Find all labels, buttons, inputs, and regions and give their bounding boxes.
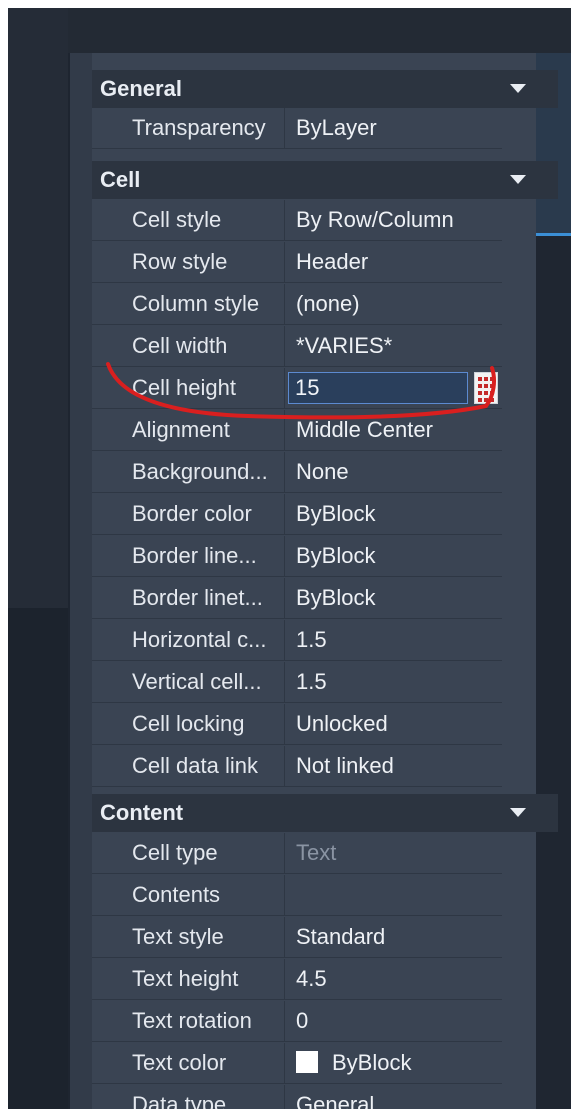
- property-row-contents[interactable]: Contents: [92, 875, 502, 916]
- property-value[interactable]: ByBlock: [286, 578, 502, 618]
- property-row-text-color[interactable]: Text color ByBlock: [92, 1043, 502, 1084]
- property-name: Horizontal c...: [92, 620, 285, 660]
- property-row-transparency[interactable]: Transparency ByLayer: [92, 108, 502, 149]
- property-row-cell-width[interactable]: Cell width *VARIES*: [92, 326, 502, 367]
- property-row-border-linetype[interactable]: Border linet... ByBlock: [92, 578, 502, 619]
- property-value[interactable]: ByLayer: [286, 108, 502, 148]
- property-row-cell-type[interactable]: Cell type Text: [92, 833, 502, 874]
- property-name: Column style: [92, 284, 285, 324]
- color-swatch: [296, 1051, 318, 1074]
- section-title: General: [100, 76, 182, 101]
- property-name: Text rotation: [92, 1001, 285, 1041]
- chevron-down-icon[interactable]: [510, 808, 526, 817]
- property-name: Border line...: [92, 536, 285, 576]
- property-value[interactable]: 1.5: [286, 620, 502, 660]
- background-right-accent: [536, 233, 571, 236]
- property-value[interactable]: Middle Center: [286, 410, 502, 450]
- property-row-data-type[interactable]: Data type General: [92, 1085, 502, 1109]
- screenshot-stage: General Transparency ByLayer Cell Cell s…: [8, 8, 571, 1109]
- property-value[interactable]: Unlocked: [286, 704, 502, 744]
- property-name: Text height: [92, 959, 285, 999]
- palette-gutter: [70, 53, 92, 1109]
- property-row-border-lineweight[interactable]: Border line... ByBlock: [92, 536, 502, 577]
- property-row-text-height[interactable]: Text height 4.5: [92, 959, 502, 1000]
- property-row-cell-locking[interactable]: Cell locking Unlocked: [92, 704, 502, 745]
- property-value: Text: [296, 840, 337, 865]
- property-value[interactable]: Not linked: [286, 746, 502, 786]
- property-name: Cell data link: [92, 746, 285, 786]
- property-value[interactable]: 4.5: [286, 959, 502, 999]
- property-row-column-style[interactable]: Column style (none): [92, 284, 502, 325]
- property-name: Vertical cell...: [92, 662, 285, 702]
- property-value[interactable]: None: [286, 452, 502, 492]
- property-name: Cell type: [92, 833, 285, 873]
- property-name: Cell style: [92, 200, 285, 240]
- property-row-text-style[interactable]: Text style Standard: [92, 917, 502, 958]
- property-name: Background...: [92, 452, 285, 492]
- color-name: ByBlock: [332, 1050, 412, 1075]
- property-value[interactable]: By Row/Column: [286, 200, 502, 240]
- background-left-lower: [8, 608, 68, 1109]
- property-value[interactable]: Header: [286, 242, 502, 282]
- property-row-row-style[interactable]: Row style Header: [92, 242, 502, 283]
- chevron-down-icon[interactable]: [510, 175, 526, 184]
- property-value[interactable]: ByBlock: [286, 1043, 502, 1083]
- section-cell-header[interactable]: Cell: [92, 161, 558, 199]
- property-value[interactable]: ByBlock: [286, 494, 502, 534]
- property-name: Data type: [92, 1085, 285, 1109]
- property-row-horizontal-cell-margin[interactable]: Horizontal c... 1.5: [92, 620, 502, 661]
- property-name: Cell height: [92, 368, 285, 408]
- property-value[interactable]: ByBlock: [286, 536, 502, 576]
- property-row-text-rotation[interactable]: Text rotation 0: [92, 1001, 502, 1042]
- property-value[interactable]: [286, 875, 502, 915]
- section-general-header[interactable]: General: [92, 70, 558, 108]
- property-name: Cell locking: [92, 704, 285, 744]
- property-name: Border color: [92, 494, 285, 534]
- property-row-alignment[interactable]: Alignment Middle Center: [92, 410, 502, 451]
- property-value[interactable]: Standard: [286, 917, 502, 957]
- property-value[interactable]: *VARIES*: [286, 326, 502, 366]
- section-title: Cell: [100, 167, 141, 192]
- chevron-down-icon[interactable]: [510, 84, 526, 93]
- cell-height-input[interactable]: 15: [288, 372, 468, 404]
- property-name: Contents: [92, 875, 285, 915]
- property-name: Row style: [92, 242, 285, 282]
- property-value[interactable]: 1.5: [286, 662, 502, 702]
- property-row-cell-height[interactable]: Cell height 15: [92, 368, 502, 409]
- property-value[interactable]: 0: [286, 1001, 502, 1041]
- property-value[interactable]: General: [286, 1085, 502, 1109]
- property-row-background[interactable]: Background... None: [92, 452, 502, 493]
- property-name: Text color: [92, 1043, 285, 1083]
- property-name: Border linet...: [92, 578, 285, 618]
- background-top: [68, 8, 571, 53]
- property-name: Alignment: [92, 410, 285, 450]
- property-row-vertical-cell-margin[interactable]: Vertical cell... 1.5: [92, 662, 502, 703]
- property-name: Cell width: [92, 326, 285, 366]
- section-content-header[interactable]: Content: [92, 794, 558, 832]
- section-title: Content: [100, 800, 184, 825]
- property-row-cell-data-link[interactable]: Cell data link Not linked: [92, 746, 502, 787]
- property-row-border-color[interactable]: Border color ByBlock: [92, 494, 502, 535]
- property-name: Transparency: [92, 108, 285, 148]
- property-row-cell-style[interactable]: Cell style By Row/Column: [92, 200, 502, 241]
- property-name: Text style: [92, 917, 285, 957]
- properties-palette: General Transparency ByLayer Cell Cell s…: [70, 53, 558, 1109]
- calculator-icon[interactable]: [474, 372, 498, 404]
- property-value[interactable]: (none): [286, 284, 502, 324]
